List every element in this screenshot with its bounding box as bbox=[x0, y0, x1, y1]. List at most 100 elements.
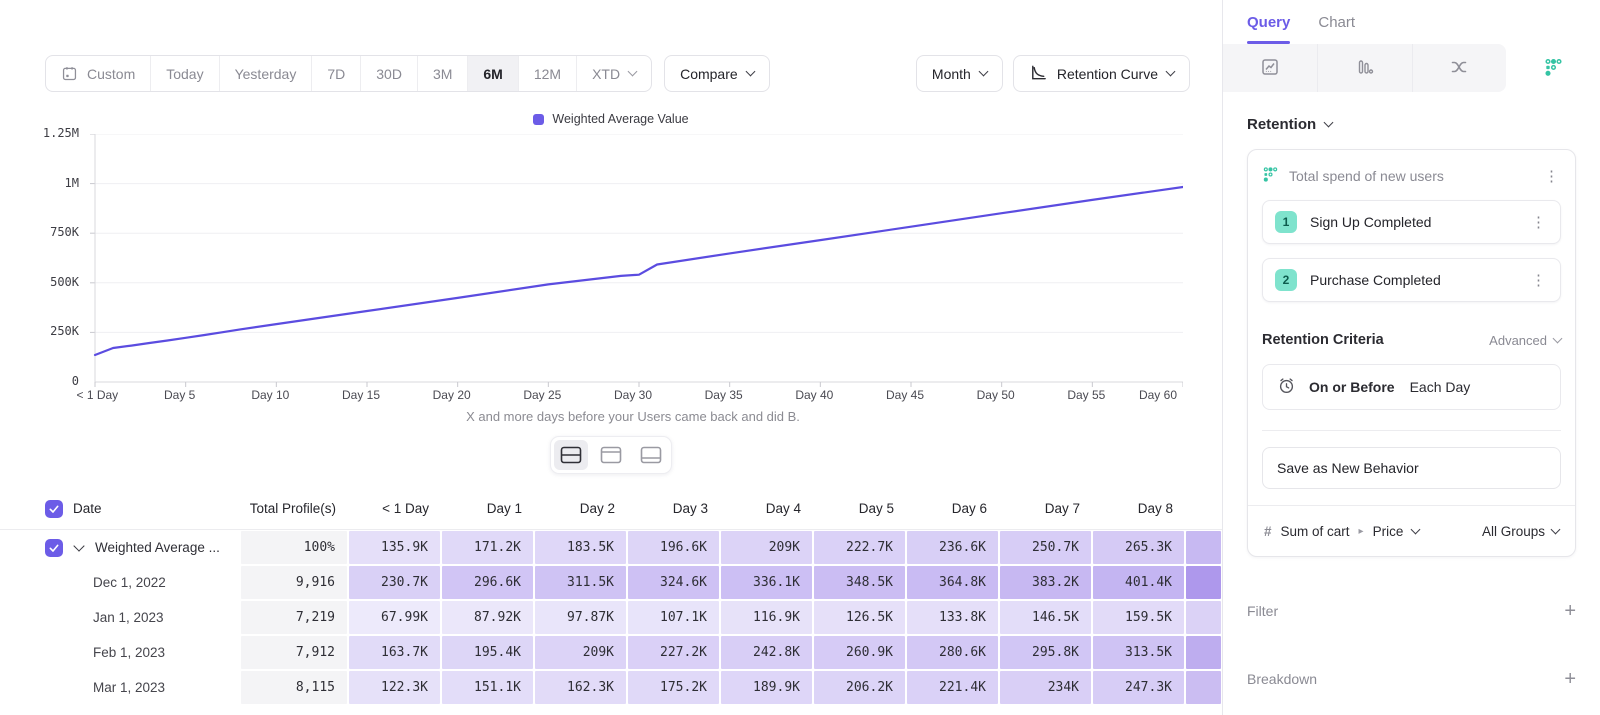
report-type-retention[interactable] bbox=[1506, 44, 1600, 92]
report-type-insights[interactable] bbox=[1223, 44, 1318, 92]
retention-value-cell: 348.5K bbox=[813, 565, 906, 600]
toggle-table-view[interactable] bbox=[634, 440, 668, 470]
retention-value-cell: 67.99K bbox=[348, 600, 441, 635]
total-profiles-value: 100% bbox=[241, 531, 347, 564]
column-header-label: < 1 Day bbox=[382, 501, 429, 516]
behavior-step-sign-up-completed[interactable]: 1Sign Up Completed⋮ bbox=[1262, 200, 1561, 244]
retention-curve-chart: 0250K500K750K1M1.25M bbox=[33, 134, 1222, 388]
chevron-down-icon bbox=[1553, 333, 1563, 343]
y-tick-label: 750K bbox=[50, 225, 79, 239]
x-tick-label: Day 45 bbox=[886, 388, 924, 402]
toggle-chart-view[interactable] bbox=[594, 440, 628, 470]
row-date-label: Feb 1, 2023 bbox=[93, 645, 165, 660]
table-row: Jan 1, 20237,21967.99K87.92K97.87K107.1K… bbox=[0, 600, 1222, 635]
view-toggle-group bbox=[0, 436, 1222, 474]
sidebar-tabs: Query Chart bbox=[1223, 0, 1600, 44]
x-axis-labels: < 1 DayDay 5Day 10Day 15Day 20Day 25Day … bbox=[89, 388, 1177, 404]
chevron-down-icon[interactable] bbox=[73, 540, 84, 551]
total-profiles-value: 7,912 bbox=[241, 636, 347, 669]
retention-value-cell: 227.2K bbox=[627, 635, 720, 670]
timing-type-label: On or Before bbox=[1309, 379, 1395, 395]
measure-event-label[interactable]: Sum of cart bbox=[1281, 524, 1350, 539]
retention-value: 221.4K bbox=[907, 671, 998, 704]
weighted-average-line bbox=[95, 187, 1183, 355]
retention-value-cell: 250.7K bbox=[999, 530, 1092, 565]
range-6m[interactable]: 6M bbox=[467, 56, 517, 91]
table-cell-day9-partial bbox=[1185, 600, 1222, 635]
save-as-new-behavior-button[interactable]: Save as New Behavior bbox=[1262, 447, 1561, 489]
section-header-retention[interactable]: Retention bbox=[1247, 116, 1576, 133]
toolbar-right-group: Month Retention Curve bbox=[916, 55, 1190, 92]
compare-button[interactable]: Compare bbox=[664, 55, 770, 92]
range-yesterday[interactable]: Yesterday bbox=[219, 56, 312, 91]
column-header-day-8: Day 8 bbox=[1092, 488, 1185, 529]
day9-partial-fill bbox=[1186, 531, 1221, 564]
timing-selector[interactable]: On or Before Each Day bbox=[1262, 364, 1561, 410]
range-label: 6M bbox=[483, 66, 502, 82]
table-row: Dec 1, 20229,916230.7K296.6K311.5K324.6K… bbox=[0, 565, 1222, 600]
criteria-mode-dropdown[interactable]: Advanced bbox=[1489, 333, 1561, 348]
tab-chart[interactable]: Chart bbox=[1318, 0, 1355, 44]
kebab-menu-icon[interactable]: ⋮ bbox=[1529, 273, 1548, 288]
retention-value-cell: 151.1K bbox=[441, 670, 534, 705]
range-label: XTD bbox=[592, 66, 620, 82]
report-type-flows[interactable] bbox=[1413, 44, 1507, 92]
column-header-label: Total Profile(s) bbox=[250, 501, 336, 516]
granularity-label: Month bbox=[932, 66, 971, 82]
retention-criteria-row: Retention Criteria Advanced bbox=[1262, 332, 1561, 348]
range-12m[interactable]: 12M bbox=[518, 56, 576, 91]
breakdown-label: Breakdown bbox=[1247, 671, 1317, 687]
chart-view-icon bbox=[600, 446, 622, 464]
x-tick-label: Day 5 bbox=[164, 388, 195, 402]
retention-value: 175.2K bbox=[628, 671, 719, 704]
kebab-menu-icon[interactable]: ⋮ bbox=[1529, 215, 1548, 230]
retention-value-cell: 313.5K bbox=[1092, 635, 1185, 670]
measure-property-label[interactable]: Price bbox=[1373, 524, 1404, 539]
retention-value-cell: 195.4K bbox=[441, 635, 534, 670]
row-label-cell: Weighted Average ... bbox=[0, 530, 240, 565]
total-profiles-cell: 100% bbox=[240, 530, 348, 565]
add-filter-button[interactable]: + bbox=[1564, 601, 1576, 621]
retention-value-cell: 247.3K bbox=[1092, 670, 1185, 705]
legend-label: Weighted Average Value bbox=[552, 112, 688, 126]
retention-icon bbox=[1543, 57, 1563, 80]
group-selector-dropdown[interactable]: All Groups bbox=[1482, 524, 1559, 539]
granularity-dropdown[interactable]: Month bbox=[916, 55, 1003, 92]
day9-partial-fill bbox=[1186, 601, 1221, 634]
column-header-label: Day 2 bbox=[580, 501, 615, 516]
range-3m[interactable]: 3M bbox=[417, 56, 467, 91]
x-tick-label: Day 20 bbox=[433, 388, 471, 402]
select-all-checkbox[interactable] bbox=[45, 500, 63, 518]
add-breakdown-button[interactable]: + bbox=[1564, 669, 1576, 689]
retention-value-cell: 135.9K bbox=[348, 530, 441, 565]
retention-table: DateTotal Profile(s)< 1 DayDay 1Day 2Day… bbox=[0, 488, 1222, 705]
retention-curve-icon bbox=[1029, 63, 1048, 85]
kebab-menu-icon[interactable]: ⋮ bbox=[1542, 169, 1561, 184]
x-tick-label: Day 50 bbox=[977, 388, 1015, 402]
row-checkbox[interactable] bbox=[45, 539, 63, 557]
behavior-step-purchase-completed[interactable]: 2Purchase Completed⋮ bbox=[1262, 258, 1561, 302]
toggle-split-view[interactable] bbox=[554, 440, 588, 470]
range-today[interactable]: Today bbox=[150, 56, 218, 91]
range-7d[interactable]: 7D bbox=[311, 56, 360, 91]
retention-value: 230.7K bbox=[349, 566, 440, 599]
total-profiles-cell: 7,219 bbox=[240, 600, 348, 635]
chart-type-dropdown[interactable]: Retention Curve bbox=[1013, 55, 1190, 92]
range-custom[interactable]: Custom bbox=[46, 56, 150, 91]
x-tick-label: Day 55 bbox=[1067, 388, 1105, 402]
sidebar-content: Retention Total spend of new users ⋮ bbox=[1223, 116, 1600, 689]
filter-section: Filter + bbox=[1247, 601, 1576, 621]
step-label: Sign Up Completed bbox=[1310, 214, 1516, 230]
retention-value-cell: 163.7K bbox=[348, 635, 441, 670]
range-xtd[interactable]: XTD bbox=[576, 56, 651, 91]
report-type-funnels[interactable] bbox=[1318, 44, 1413, 92]
retention-value-cell: 265.3K bbox=[1092, 530, 1185, 565]
retention-value-cell: 171.2K bbox=[441, 530, 534, 565]
retention-value: 122.3K bbox=[349, 671, 440, 704]
retention-value: 324.6K bbox=[628, 566, 719, 599]
row-date-label: Mar 1, 2023 bbox=[93, 680, 165, 695]
tab-query[interactable]: Query bbox=[1247, 0, 1290, 44]
retention-value-cell: 87.92K bbox=[441, 600, 534, 635]
range-30d[interactable]: 30D bbox=[360, 56, 417, 91]
y-tick-label: 0 bbox=[72, 374, 79, 388]
